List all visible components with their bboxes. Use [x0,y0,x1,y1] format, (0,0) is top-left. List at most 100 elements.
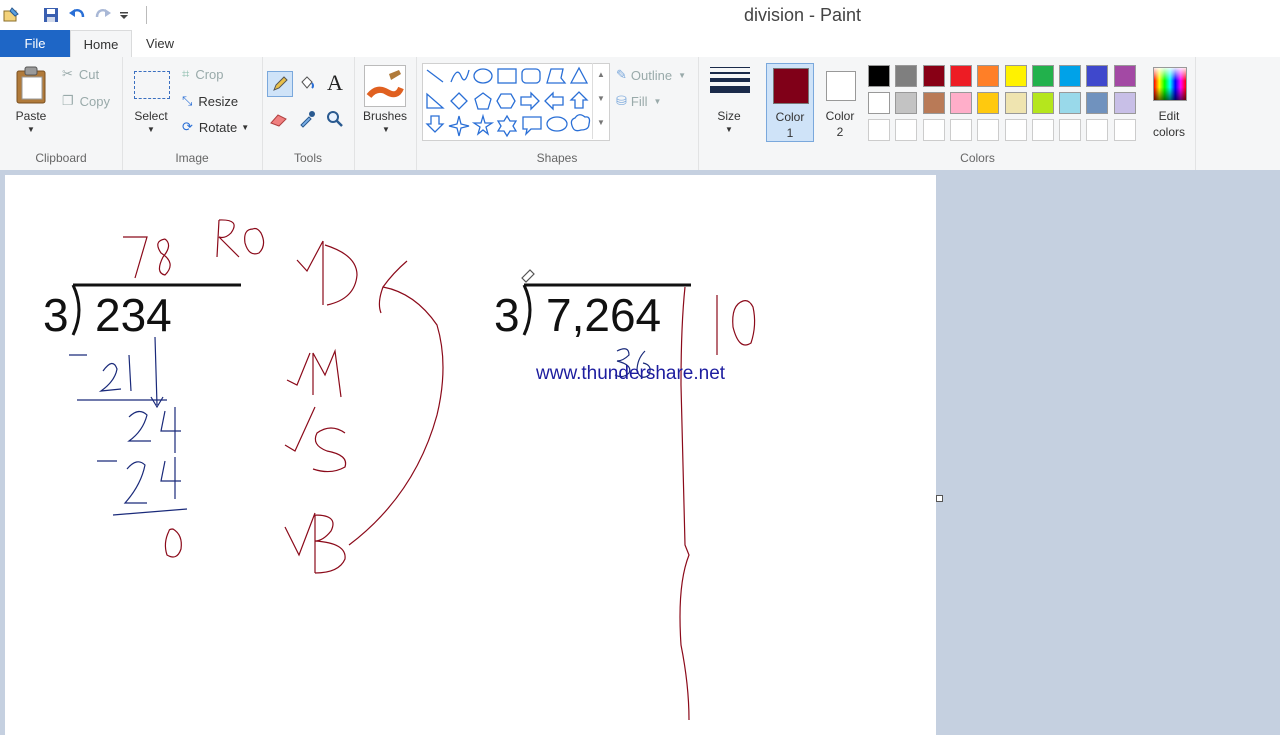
shape-rounded-rectangle[interactable] [521,68,541,84]
shapes-scroll-up-icon[interactable]: ▲ [593,63,609,87]
clipboard-group-label: Clipboard [35,151,87,165]
color-picker-tool[interactable] [295,107,319,131]
shapes-more-icon[interactable]: ▼ [593,111,609,135]
palette-swatch[interactable] [1113,65,1136,87]
palette-custom-slot[interactable] [977,119,1000,141]
shape-rounded-callout[interactable] [522,116,542,136]
tab-view[interactable]: View [136,30,184,57]
palette-swatch[interactable] [868,92,890,114]
text-a-icon: A [327,70,343,95]
palette-custom-slot[interactable] [1059,119,1082,141]
palette-swatch[interactable] [1031,92,1054,114]
brushes-dropdown-icon[interactable]: ▼ [360,125,412,134]
palette-custom-slot[interactable] [1086,119,1109,141]
palette-swatch[interactable] [895,92,918,114]
eraser-tool[interactable] [267,107,291,131]
palette-swatch[interactable] [1113,92,1136,114]
canvas-resize-handle[interactable] [936,495,943,502]
color2-button[interactable]: Color 2 [817,63,863,142]
shape-down-arrow[interactable] [425,115,445,133]
shape-five-point-star[interactable] [471,113,495,136]
size-dropdown-icon[interactable]: ▼ [704,125,754,134]
cut-label: Cut [78,66,100,82]
magnifier-icon [327,111,343,127]
pencil-tool[interactable] [267,71,293,97]
shape-up-arrow[interactable] [569,91,589,109]
shape-pentagon[interactable] [474,92,492,110]
fill-button[interactable]: ⛁ Fill ▼ [616,93,661,109]
palette-swatch[interactable] [977,92,1000,114]
palette-custom-slot[interactable] [895,119,918,141]
color-palette [868,65,1143,145]
palette-swatch[interactable] [1059,65,1082,87]
palette-swatch[interactable] [1031,65,1054,87]
resize-button[interactable]: ⤡ Resize [182,93,238,109]
shape-four-point-star[interactable] [448,115,470,137]
ribbon-tabs: File Home View [0,30,1280,59]
palette-swatch[interactable] [1086,65,1109,87]
shape-right-arrow[interactable] [520,91,540,111]
edit-colors-button[interactable]: Edit colors [1144,63,1194,143]
paste-button[interactable]: Paste ▼ [8,63,54,143]
paste-dropdown-icon[interactable]: ▼ [8,125,54,134]
shape-curve[interactable] [450,69,470,83]
palette-swatch[interactable] [895,65,918,87]
shape-triangle[interactable] [569,66,589,84]
palette-swatch[interactable] [1059,92,1082,114]
shape-diamond[interactable] [450,92,468,110]
tab-file[interactable]: File [0,30,70,57]
shape-cloud-callout[interactable] [570,114,591,132]
shape-hexagon[interactable] [496,93,516,109]
palette-swatch[interactable] [949,92,972,114]
color-wheel-icon [1153,67,1187,101]
outline-button[interactable]: ✎ Outline ▼ [616,67,686,83]
palette-custom-slot[interactable] [922,119,945,141]
palette-custom-slot[interactable] [1031,119,1054,141]
cut-button[interactable]: ✂ Cut [62,66,99,82]
work-24-first [127,407,181,453]
palette-swatch[interactable] [949,65,972,87]
palette-swatch[interactable] [977,65,1000,87]
shape-left-arrow[interactable] [544,91,564,111]
palette-custom-slot[interactable] [1113,119,1136,141]
shape-line[interactable] [426,69,444,83]
outline-dropdown-icon: ▼ [678,70,687,80]
magnifier-tool[interactable] [323,107,347,131]
palette-swatch[interactable] [1004,92,1027,114]
select-button[interactable]: Select ▼ [130,65,172,141]
fill-tool[interactable] [295,71,319,95]
copy-button[interactable]: ❐ Copy [62,93,110,109]
palette-custom-slot[interactable] [868,119,890,141]
shape-oval-callout[interactable] [546,116,568,132]
brushes-button[interactable]: Brushes ▼ [360,65,412,145]
crop-button[interactable]: ⌗ Crop [182,66,224,82]
long-division-bracket-1 [71,283,241,336]
shapes-group: ▲ ▼ ▼ ✎ Outline ▼ ⛁ Fill ▼ Shapes [416,57,699,170]
palette-swatch[interactable] [1086,92,1109,114]
shape-polygon[interactable] [546,68,567,84]
select-dropdown-icon[interactable]: ▼ [130,125,172,134]
work-subtract-24 [97,457,181,504]
shape-rectangle[interactable] [497,68,517,84]
brush-icon [364,65,406,107]
size-button[interactable]: Size ▼ [704,65,754,145]
palette-swatch[interactable] [868,65,890,87]
drawing-canvas[interactable]: 3 234 3 7,264 www.thundershare.net [5,175,936,735]
rotate-button[interactable]: ⟳ Rotate ▼ [182,119,249,135]
palette-custom-slot[interactable] [949,119,972,141]
palette-custom-slot[interactable] [1004,119,1027,141]
colors-group-label: Colors [960,151,995,165]
color1-button[interactable]: Color 1 [766,63,814,142]
colors-group: Color 1 Color 2 Edit colors Colors [760,57,1196,170]
palette-swatch[interactable] [922,92,945,114]
shape-six-point-star[interactable] [496,114,518,138]
shape-right-triangle[interactable] [426,92,445,109]
shapes-scrollbar[interactable]: ▲ ▼ ▼ [592,63,609,139]
palette-swatch[interactable] [922,65,945,87]
shapes-scroll-down-icon[interactable]: ▼ [593,87,609,111]
palette-swatch[interactable] [1004,65,1027,87]
text-tool[interactable]: A [323,70,347,95]
check-d [296,240,358,306]
shape-oval[interactable] [473,68,493,84]
tab-home[interactable]: Home [70,30,132,59]
